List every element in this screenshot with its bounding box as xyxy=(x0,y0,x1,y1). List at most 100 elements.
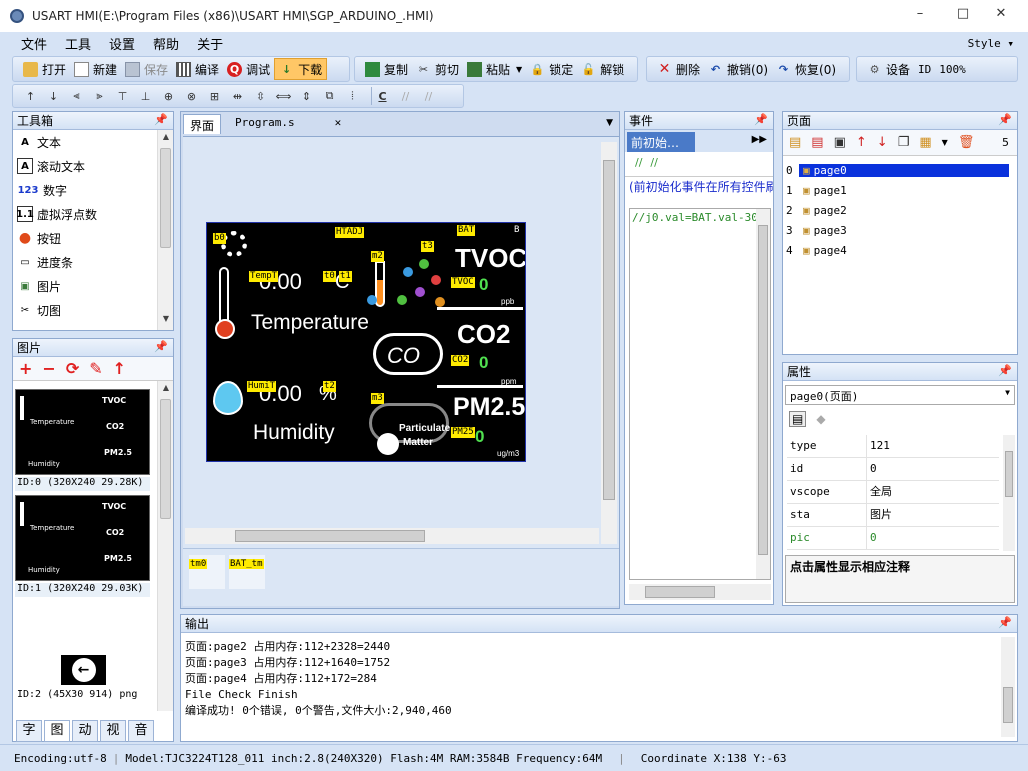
tab-audio[interactable]: 音 xyxy=(128,720,154,742)
undo-button[interactable]: ↶ 撤销(0) xyxy=(704,58,772,80)
move-up-icon[interactable]: ↑ xyxy=(856,135,867,150)
page-row[interactable]: 1 ▣ page1 xyxy=(783,180,1017,200)
page-row[interactable]: 3 ▣ page3 xyxy=(783,220,1017,240)
align-bottom-icon[interactable]: ⊥ xyxy=(138,89,153,103)
menu-tools[interactable]: 工具 xyxy=(56,34,100,53)
property-row[interactable]: id 0 xyxy=(787,458,999,481)
toolbox-item-text[interactable]: A 文本 xyxy=(13,130,173,154)
property-row[interactable]: vscope 全局 xyxy=(787,481,999,504)
tab-design[interactable]: 界面 xyxy=(183,114,222,134)
scroll-thumb[interactable] xyxy=(160,148,171,248)
component-pm25[interactable]: PM25 xyxy=(451,427,475,438)
copy-page-icon[interactable]: ❐ xyxy=(898,135,910,150)
device-button[interactable]: ⚙ 设备 xyxy=(863,58,914,80)
arrow-up-icon[interactable]: ↑ xyxy=(23,89,38,103)
comment-icon[interactable]: // xyxy=(398,89,413,103)
page-row[interactable]: 0 ▣ page0 xyxy=(783,160,1017,180)
scroll-thumb[interactable] xyxy=(1005,451,1013,497)
picture-thumbnail-2[interactable]: ← xyxy=(61,655,106,685)
c-code-icon[interactable]: C xyxy=(375,89,390,103)
properties-scrollbar[interactable] xyxy=(1003,435,1015,551)
toolbox-item-picture[interactable]: ▣ 图片 xyxy=(13,274,173,298)
unlock-button[interactable]: 🔓 解锁 xyxy=(577,58,628,80)
component-co2[interactable]: CO2 xyxy=(451,355,470,366)
component-t0[interactable]: t0 xyxy=(323,271,336,282)
scroll-thumb[interactable] xyxy=(160,399,171,519)
pin-icon[interactable]: 📌 xyxy=(154,340,168,353)
style-dropdown[interactable]: Style ▾ xyxy=(968,37,1014,50)
property-value[interactable]: 121 xyxy=(867,435,999,457)
toolbox-item-button[interactable]: ● 按钮 xyxy=(13,226,173,250)
pin-icon[interactable]: 📌 xyxy=(998,113,1012,126)
property-value[interactable]: 0 xyxy=(867,458,999,480)
arrow-down-icon[interactable]: ↓ xyxy=(46,89,61,103)
hmi-page-canvas[interactable]: 0.00 C Temperature 0.00 % Humidity TVOC … xyxy=(206,222,526,462)
comment-icon[interactable]: // xyxy=(635,156,642,169)
toolbox-item-scrolltext[interactable]: A 滚动文本 xyxy=(13,154,173,178)
uncomment-icon[interactable]: // xyxy=(650,156,657,169)
toolbox-item-crop[interactable]: ✂ 切图 xyxy=(13,298,173,322)
same-height-icon[interactable]: ⇕ xyxy=(299,89,314,103)
import-page-icon[interactable]: ▦ xyxy=(919,135,931,150)
code-line[interactable]: //j0.val=BAT.val-30 xyxy=(630,209,770,226)
align-left-icon[interactable]: ⫷ xyxy=(69,89,84,103)
toolbox-item-number[interactable]: 123 数字 xyxy=(13,178,173,202)
center-v-icon[interactable]: ⊗ xyxy=(184,89,199,103)
id-toggle[interactable]: ID xyxy=(914,58,935,80)
page-row[interactable]: 2 ▣ page2 xyxy=(783,200,1017,220)
design-hscroll[interactable] xyxy=(185,528,599,544)
property-row[interactable]: pic 0 xyxy=(787,527,999,550)
remove-icon[interactable]: − xyxy=(42,359,55,378)
move-down-icon[interactable]: ↓ xyxy=(877,135,888,150)
component-select[interactable]: page0(页面) ▼ xyxy=(785,385,1015,405)
maximize-button[interactable]: □ xyxy=(948,6,978,21)
output-scrollbar[interactable] xyxy=(1001,637,1015,737)
toolbox-scrollbar[interactable]: ▲ ▼ xyxy=(157,130,173,330)
component-t1[interactable]: t1 xyxy=(339,271,352,282)
picture-thumbnail-0[interactable]: Temperature TVOC CO2 PM2.5 Humidity xyxy=(15,389,150,475)
pin-icon[interactable]: 📌 xyxy=(998,364,1012,377)
replace-icon[interactable]: ⟳ xyxy=(66,359,79,378)
component-tempt[interactable]: TempT xyxy=(249,271,279,282)
property-pages-icon[interactable]: ◆ xyxy=(816,412,825,426)
move-up-icon[interactable]: ↑ xyxy=(113,359,126,378)
menu-settings[interactable]: 设置 xyxy=(100,34,144,53)
scroll-up-icon[interactable]: ▲ xyxy=(158,132,174,146)
page-item[interactable]: ▣ page1 xyxy=(799,184,847,197)
page-item[interactable]: ▣ page3 xyxy=(799,224,847,237)
event-code-editor[interactable]: //j0.val=BAT.val-30 xyxy=(629,208,771,580)
paste-dropdown-icon[interactable]: ▼ xyxy=(516,65,522,74)
tab-fonts[interactable]: 字 xyxy=(16,720,42,742)
trash-icon[interactable]: 🗑 xyxy=(958,135,975,150)
scroll-up-icon[interactable]: ▲ xyxy=(158,383,174,397)
property-value[interactable]: 图片 xyxy=(867,504,999,526)
component-m2[interactable]: m2 xyxy=(371,251,384,262)
code-vscroll[interactable] xyxy=(756,209,770,579)
distribute-h-icon[interactable]: ⇹ xyxy=(230,89,245,103)
component-t3[interactable]: t3 xyxy=(421,241,434,252)
categorized-icon[interactable]: ▤ xyxy=(789,411,807,427)
tab-scroll-icon[interactable]: ▶▶ xyxy=(752,134,767,145)
property-row[interactable]: type 121 xyxy=(787,435,999,458)
menu-file[interactable]: 文件 xyxy=(12,34,56,53)
debug-button[interactable]: Q 调试 xyxy=(223,58,274,80)
page-item[interactable]: ▣ page4 xyxy=(799,244,847,257)
menu-help[interactable]: 帮助 xyxy=(144,34,188,53)
align-right-icon[interactable]: ⫸ xyxy=(92,89,107,103)
tab-pictures[interactable]: 图 xyxy=(44,720,70,742)
component-tvoc[interactable]: TVOC xyxy=(451,277,475,288)
insert-page-icon[interactable]: ▣ xyxy=(834,135,846,150)
component-htadj[interactable]: HTADJ xyxy=(335,227,365,238)
tray-item[interactable]: tm0 xyxy=(189,555,225,589)
delete-button[interactable]: ✕ 删除 xyxy=(653,58,704,80)
tab-program[interactable]: Program.s ✕ xyxy=(229,114,347,134)
align-top-icon[interactable]: ⊤ xyxy=(115,89,130,103)
picture-thumbnail-1[interactable]: Temperature TVOC CO2 PM2.5 Humidity xyxy=(15,495,150,581)
scroll-thumb[interactable] xyxy=(1003,687,1013,723)
same-width-icon[interactable]: ⟺ xyxy=(276,89,292,103)
compile-button[interactable]: 编译 xyxy=(172,58,223,80)
component-m3[interactable]: m3 xyxy=(371,393,384,404)
scroll-thumb[interactable] xyxy=(235,530,425,542)
scroll-thumb[interactable] xyxy=(645,586,715,598)
pictures-scrollbar[interactable]: ▲ xyxy=(157,381,173,711)
